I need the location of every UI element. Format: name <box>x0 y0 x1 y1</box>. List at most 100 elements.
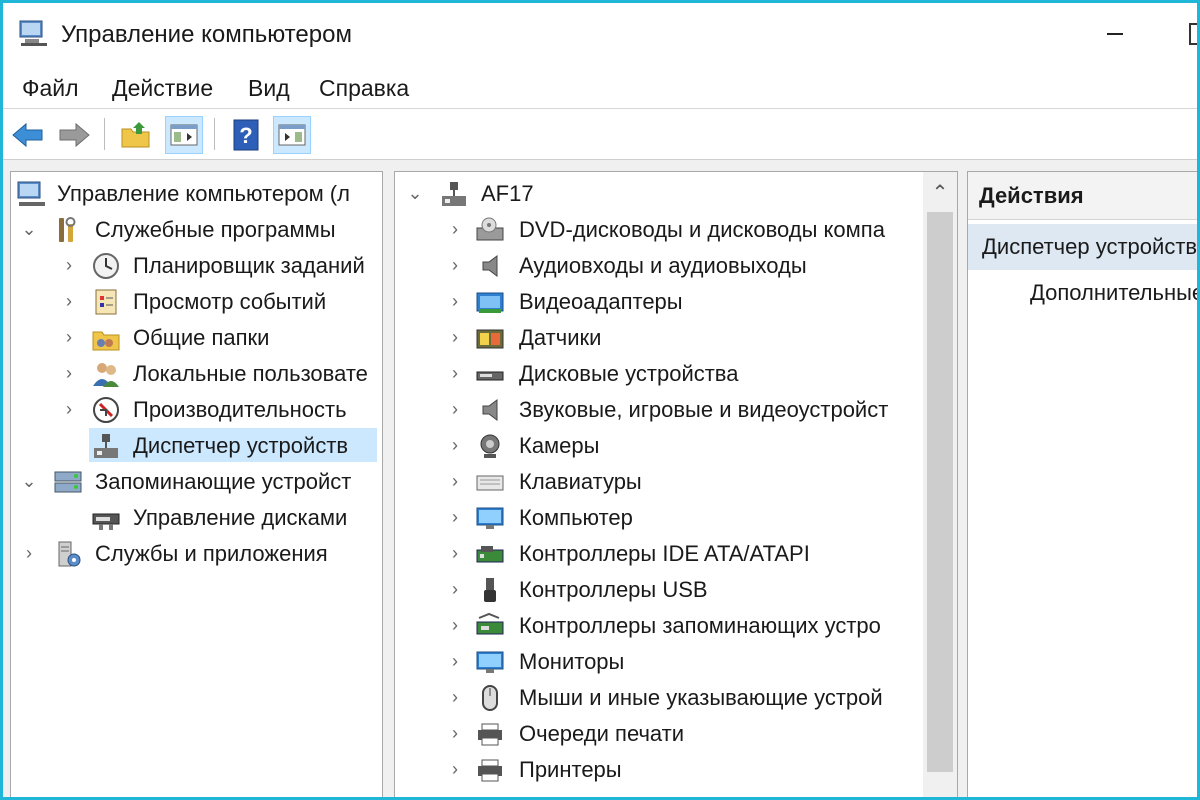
chevron-right-icon[interactable]: › <box>59 291 79 311</box>
chevron-right-icon[interactable]: › <box>445 579 465 599</box>
device-category[interactable]: › Мониторы <box>395 644 923 678</box>
device-root[interactable]: ⌄ AF17 <box>395 176 925 210</box>
pane-splitter[interactable] <box>958 160 967 797</box>
chevron-right-icon[interactable]: › <box>445 615 465 635</box>
device-category[interactable]: › Мыши и иные указывающие устрой <box>395 680 923 714</box>
chevron-right-icon[interactable]: › <box>59 399 79 419</box>
event-viewer-icon <box>95 289 117 315</box>
sound-icon <box>482 399 498 421</box>
tree-item-task-scheduler[interactable]: › Планировщик заданий <box>11 248 382 282</box>
scroll-thumb[interactable] <box>927 212 953 772</box>
tree-root[interactable]: Управление компьютером (л <box>11 176 382 210</box>
device-category[interactable]: › Видеоадаптеры <box>395 284 923 318</box>
device-category-label: Контроллеры USB <box>519 577 708 602</box>
audio-io-icon <box>482 255 498 277</box>
tree-item-disk-management[interactable]: Управление дисками <box>11 500 382 534</box>
device-category[interactable]: › Очереди печати <box>395 716 923 750</box>
camera-icon <box>480 434 500 458</box>
more-actions-link[interactable]: Дополнительные <box>1030 280 1197 306</box>
performance-icon <box>93 397 119 423</box>
tree-item-label: Диспетчер устройств <box>133 433 349 458</box>
device-category-label: Мыши и иные указывающие устрой <box>519 685 883 710</box>
toolbar: ? <box>3 110 1197 160</box>
scroll-up-button[interactable]: ⌃ <box>923 176 957 210</box>
users-icon <box>93 363 119 387</box>
device-category[interactable]: › Контроллеры запоминающих устро <box>395 608 923 642</box>
device-category[interactable]: › Клавиатуры <box>395 464 923 498</box>
usb-icon <box>484 578 496 602</box>
actions-section-device-manager[interactable]: Диспетчер устройств <box>968 224 1198 270</box>
menu-view[interactable]: Вид <box>248 75 290 102</box>
dvd-drive-icon <box>476 217 504 241</box>
tree-item-storage[interactable]: ⌄ Запоминающие устройст <box>11 464 382 498</box>
chevron-right-icon[interactable]: › <box>445 759 465 779</box>
window-title: Управление компьютером <box>61 21 352 48</box>
tools-icon <box>59 217 76 242</box>
tree-item-event-viewer[interactable]: › Просмотр событий <box>11 284 382 318</box>
device-category[interactable]: › Контроллеры USB <box>395 572 923 606</box>
tree-item-label: Просмотр событий <box>133 289 327 314</box>
tree-item-performance[interactable]: › Производительность <box>11 392 382 426</box>
show-hide-tree-button[interactable] <box>165 116 203 154</box>
forward-button[interactable] <box>55 116 93 154</box>
chevron-right-icon[interactable]: › <box>445 507 465 527</box>
device-category[interactable]: › Аудиовходы и аудиовыходы <box>395 248 923 282</box>
device-category-label: Контроллеры IDE ATA/ATAPI <box>519 541 810 566</box>
toolbar-separator <box>104 118 105 150</box>
chevron-right-icon[interactable]: › <box>445 255 465 275</box>
menu-file[interactable]: Файл <box>22 75 79 102</box>
chevron-down-icon[interactable]: ⌄ <box>19 471 39 491</box>
chevron-right-icon[interactable]: › <box>445 435 465 455</box>
device-category[interactable]: › Компьютер <box>395 500 923 534</box>
chevron-right-icon[interactable]: › <box>19 543 39 563</box>
chevron-right-icon[interactable]: › <box>445 651 465 671</box>
pane-splitter[interactable] <box>383 160 394 797</box>
minimize-button[interactable] <box>1103 19 1127 43</box>
disk-drive-icon <box>476 371 504 381</box>
storage-controller-icon <box>476 612 504 635</box>
clock-icon <box>93 253 119 279</box>
device-category[interactable]: › Камеры <box>395 428 923 462</box>
menu-action[interactable]: Действие <box>112 75 213 102</box>
chevron-right-icon[interactable]: › <box>59 255 79 275</box>
help-button[interactable]: ? <box>227 116 265 154</box>
tree-item-label: Планировщик заданий <box>133 253 365 278</box>
actions-section-label: Диспетчер устройств <box>982 234 1198 259</box>
tree-item-label: Запоминающие устройст <box>95 469 352 494</box>
device-category[interactable]: › Принтеры <box>395 752 923 786</box>
back-button[interactable] <box>9 116 47 154</box>
tree-item-label: Службы и приложения <box>95 541 328 566</box>
device-category[interactable]: › Дисковые устройства <box>395 356 923 390</box>
chevron-right-icon[interactable]: › <box>445 399 465 419</box>
tree-item-local-users[interactable]: › Локальные пользовате <box>11 356 382 390</box>
chevron-right-icon[interactable]: › <box>445 327 465 347</box>
device-category-label: Камеры <box>519 433 600 458</box>
chevron-right-icon[interactable]: › <box>445 723 465 743</box>
device-category[interactable]: › Звуковые, игровые и видеоустройст <box>395 392 923 426</box>
device-category[interactable]: › Контроллеры IDE ATA/ATAPI <box>395 536 923 570</box>
show-action-pane-button[interactable] <box>273 116 311 154</box>
maximize-button[interactable] <box>1189 23 1197 45</box>
chevron-down-icon[interactable]: ⌄ <box>19 219 39 239</box>
chevron-right-icon[interactable]: › <box>445 363 465 383</box>
chevron-down-icon[interactable]: ⌄ <box>405 183 425 203</box>
chevron-right-icon[interactable]: › <box>445 687 465 707</box>
menu-help[interactable]: Справка <box>319 75 409 102</box>
tree-item-label: Служебные программы <box>95 217 336 242</box>
tree-item-system-tools[interactable]: ⌄ Служебные программы <box>11 212 382 246</box>
tree-item-device-manager[interactable]: Диспетчер устройств <box>89 428 377 462</box>
device-category[interactable]: › DVD-дисководы и дисководы компа <box>395 212 923 246</box>
tree-item-shared-folders[interactable]: › Общие папки <box>11 320 382 354</box>
chevron-right-icon[interactable]: › <box>445 543 465 563</box>
chevron-right-icon[interactable]: › <box>59 327 79 347</box>
keyboard-icon <box>476 475 504 491</box>
storage-icon <box>54 471 82 493</box>
up-level-button[interactable] <box>117 116 155 154</box>
vertical-scrollbar[interactable]: ⌃ <box>923 172 957 797</box>
chevron-right-icon[interactable]: › <box>445 219 465 239</box>
device-category[interactable]: › Датчики <box>395 320 923 354</box>
tree-item-services[interactable]: › Службы и приложения <box>11 536 382 570</box>
chevron-right-icon[interactable]: › <box>445 471 465 491</box>
chevron-right-icon[interactable]: › <box>59 363 79 383</box>
chevron-right-icon[interactable]: › <box>445 291 465 311</box>
